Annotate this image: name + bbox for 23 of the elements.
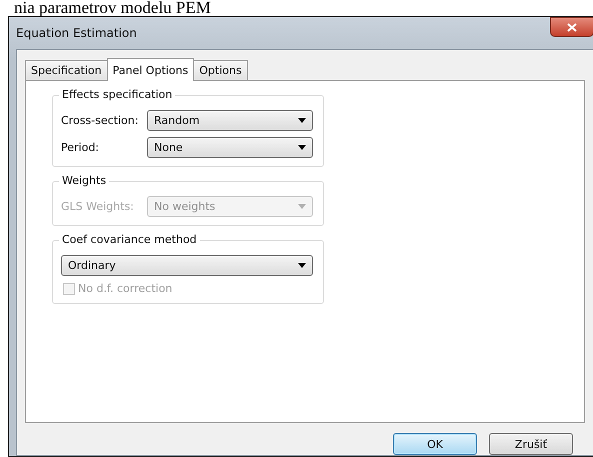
- field-label: GLS Weights:: [61, 200, 135, 213]
- caret-icon: [298, 263, 306, 268]
- close-icon: [567, 22, 577, 32]
- group-title: Weights: [59, 174, 110, 187]
- dropdown[interactable]: None: [147, 137, 313, 158]
- window-title: Equation Estimation: [16, 26, 137, 40]
- group-title: Effects specification: [59, 88, 176, 101]
- tab[interactable]: Specification: [25, 60, 108, 80]
- tab[interactable]: Options: [193, 60, 248, 80]
- field-label: Period:: [61, 141, 100, 154]
- dropdown[interactable]: Ordinary: [61, 255, 313, 276]
- caret-icon: [298, 145, 306, 150]
- dialog-button[interactable]: OK: [393, 433, 477, 455]
- page-heading: nia parametrov modelu PEM: [13, 0, 212, 16]
- field-label: Cross-section:: [61, 114, 140, 127]
- close-button[interactable]: [550, 17, 593, 37]
- checkbox-label: No d.f. correction: [78, 282, 172, 295]
- caret-icon: [298, 118, 306, 123]
- tab[interactable]: Panel Options: [106, 58, 194, 81]
- dropdown[interactable]: Random: [147, 110, 313, 131]
- caret-icon: [298, 204, 306, 209]
- dialog-button[interactable]: Zrušiť: [489, 433, 573, 455]
- group-title: Coef covariance method: [59, 233, 200, 246]
